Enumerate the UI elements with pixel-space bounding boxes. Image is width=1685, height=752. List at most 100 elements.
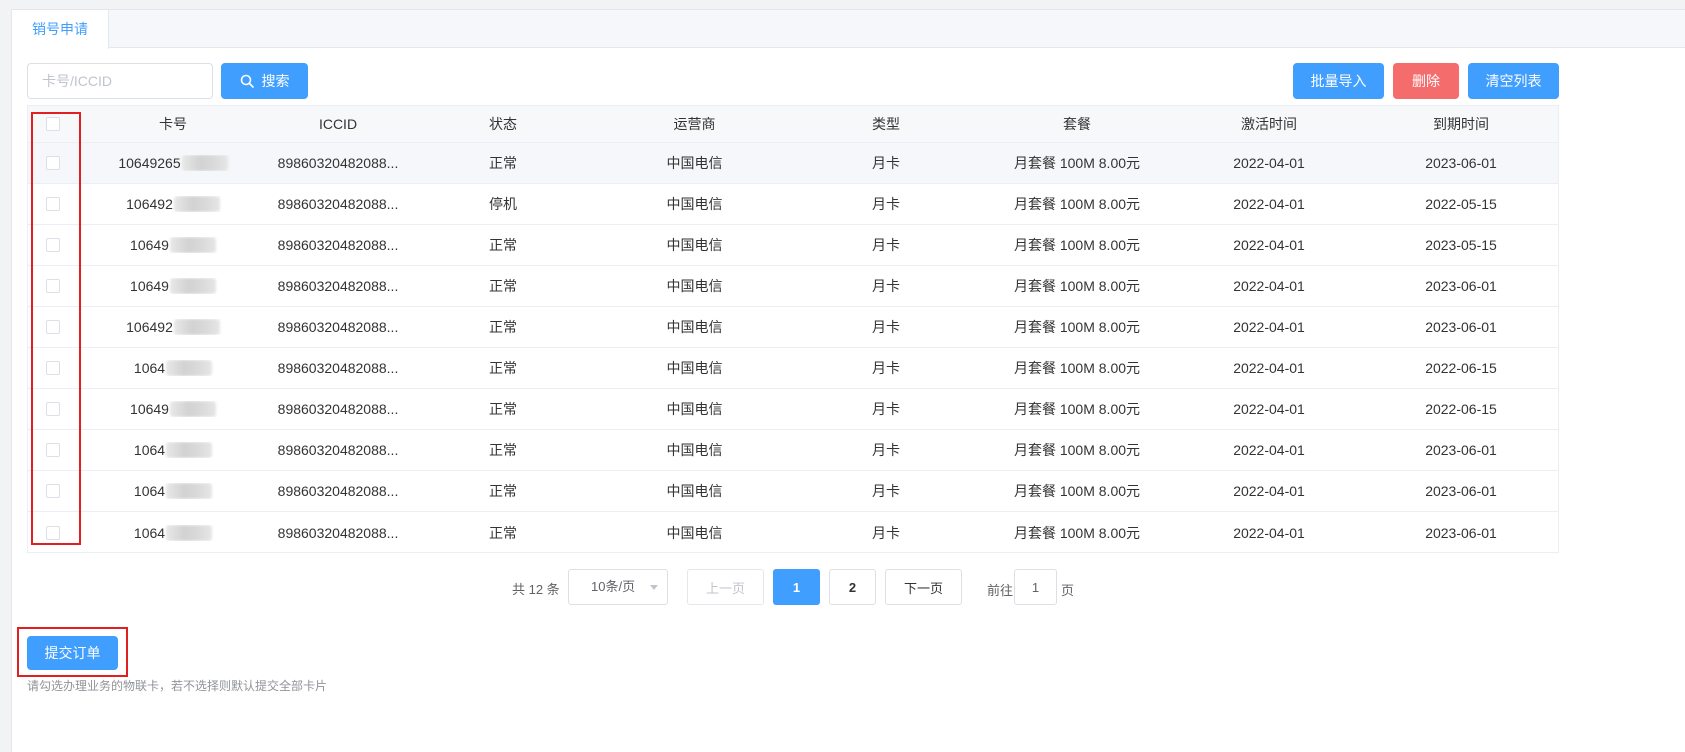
status-cell: 正常 (489, 319, 517, 335)
expires-cell: 2023-06-01 (1425, 319, 1497, 335)
iccid-cell: 89860320482088... (277, 524, 399, 541)
card-number: 10649 (130, 401, 169, 417)
activated-cell: 2022-04-01 (1233, 155, 1305, 171)
expires-cell: 2023-06-01 (1425, 483, 1497, 499)
row-checkbox-cell (28, 402, 78, 416)
header-card-number: 卡号 (159, 116, 187, 132)
submit-order-button[interactable]: 提交订单 (27, 636, 118, 670)
header-iccid: ICCID (318, 116, 358, 132)
search-button[interactable]: 搜索 (221, 63, 308, 99)
iccid-cell: 89860320482088... (277, 155, 399, 171)
select-all-checkbox[interactable] (46, 117, 60, 131)
redacted-blur (181, 155, 228, 171)
header-operator: 运营商 (673, 116, 716, 132)
type-cell: 月卡 (872, 319, 900, 335)
redacted-blur (173, 196, 220, 212)
card-number-cell: 10649 (78, 278, 268, 294)
row-checkbox[interactable] (46, 525, 60, 540)
goto-suffix: 页 (1061, 583, 1075, 598)
page-2-button[interactable]: 2 (829, 569, 876, 605)
row-checkbox-cell (28, 484, 78, 498)
status-cell: 停机 (489, 196, 517, 212)
type-cell: 月卡 (872, 196, 900, 212)
table-row[interactable]: 1064 89860320482088... 正常 中国电信 月卡 月套餐 100M 8.… (28, 471, 1558, 512)
redacted-blur (166, 524, 213, 541)
header-expires: 到期时间 (1433, 116, 1489, 132)
card-number: 10649 (130, 278, 169, 294)
batch-import-button[interactable]: 批量导入 (1293, 63, 1384, 99)
card-number: 106492 (126, 196, 173, 212)
type-cell: 月卡 (872, 401, 900, 417)
page-1-button[interactable]: 1 (773, 569, 820, 605)
card-number-cell: 1064 (78, 483, 268, 499)
search-input[interactable] (27, 63, 213, 99)
table-row[interactable]: 106492 89860320482088... 正常 中国电信 月卡 月套餐 100M … (28, 307, 1558, 348)
submit-hint: 请勾选办理业务的物联卡，若不选择则默认提交全部卡片 (27, 679, 328, 693)
iccid-cell: 89860320482088... (277, 360, 399, 376)
table-body: 10649265 89860320482088... 正常 中国电信 月卡 月套餐 100… (28, 143, 1558, 553)
row-checkbox[interactable] (46, 279, 60, 293)
tab-bar: 销号申请 (12, 10, 1685, 49)
row-checkbox[interactable] (46, 484, 60, 498)
package-cell: 月套餐 100M 8.00元 (1013, 442, 1141, 458)
table-row[interactable]: 1064 89860320482088... 正常 中国电信 月卡 月套餐 100M 8.… (28, 348, 1558, 389)
prev-page-button[interactable]: 上一页 (687, 569, 764, 605)
activated-cell: 2022-04-01 (1233, 237, 1305, 253)
table-row[interactable]: 1064 89860320482088... 正常 中国电信 月卡 月套餐 100M 8.… (28, 512, 1558, 553)
table-row[interactable]: 1064 89860320482088... 正常 中国电信 月卡 月套餐 100M 8.… (28, 430, 1558, 471)
redacted-blur (169, 237, 216, 253)
redacted-blur (169, 401, 216, 417)
row-checkbox-cell (28, 197, 78, 211)
redacted-blur (166, 360, 213, 376)
header-activated: 激活时间 (1241, 116, 1297, 132)
row-checkbox[interactable] (46, 443, 60, 457)
chevron-down-icon (650, 585, 658, 590)
main-panel: 销号申请 搜索 批量导入 删除 清空列表 卡号 ICCID 状态 运营商 类型 … (11, 9, 1685, 752)
row-checkbox[interactable] (46, 156, 60, 170)
status-cell: 正常 (489, 483, 517, 499)
activated-cell: 2022-04-01 (1233, 524, 1305, 541)
type-cell: 月卡 (872, 442, 900, 458)
expires-cell: 2023-05-15 (1425, 237, 1497, 253)
table-row[interactable]: 106492 89860320482088... 停机 中国电信 月卡 月套餐 100M … (28, 184, 1558, 225)
search-icon (240, 74, 254, 88)
table-row[interactable]: 10649 89860320482088... 正常 中国电信 月卡 月套餐 100M 8… (28, 225, 1558, 266)
card-number-cell: 106492 (78, 196, 268, 212)
row-checkbox[interactable] (46, 238, 60, 252)
redacted-blur (169, 278, 216, 294)
row-checkbox-cell (28, 238, 78, 252)
redacted-blur (166, 483, 213, 499)
package-cell: 月套餐 100M 8.00元 (1013, 237, 1141, 253)
type-cell: 月卡 (872, 483, 900, 499)
row-checkbox[interactable] (46, 361, 60, 375)
row-checkbox[interactable] (46, 320, 60, 334)
expires-cell: 2023-06-01 (1425, 524, 1497, 541)
package-cell: 月套餐 100M 8.00元 (1013, 483, 1141, 499)
operator-cell: 中国电信 (666, 278, 723, 294)
row-checkbox[interactable] (46, 197, 60, 211)
delete-button[interactable]: 删除 (1393, 63, 1459, 99)
table-row[interactable]: 10649265 89860320482088... 正常 中国电信 月卡 月套餐 100… (28, 143, 1558, 184)
page-size-select[interactable]: 10条/页 (568, 569, 668, 605)
page-size-value: 10条/页 (591, 579, 636, 594)
operator-cell: 中国电信 (666, 401, 723, 417)
header-checkbox-cell (28, 117, 78, 131)
package-cell: 月套餐 100M 8.00元 (1013, 196, 1141, 212)
table-row[interactable]: 10649 89860320482088... 正常 中国电信 月卡 月套餐 100M 8… (28, 389, 1558, 430)
package-cell: 月套餐 100M 8.00元 (1013, 524, 1141, 541)
goto-label: 前往 (987, 583, 1014, 598)
next-page-button[interactable]: 下一页 (885, 569, 962, 605)
goto-page-input[interactable] (1014, 569, 1057, 605)
table-row[interactable]: 10649 89860320482088... 正常 中国电信 月卡 月套餐 100M 8… (28, 266, 1558, 307)
iccid-cell: 89860320482088... (277, 319, 399, 335)
card-number: 1064 (133, 483, 166, 499)
header-status: 状态 (489, 116, 517, 132)
clear-list-button[interactable]: 清空列表 (1468, 63, 1559, 99)
iccid-cell: 89860320482088... (277, 278, 399, 294)
row-checkbox[interactable] (46, 402, 60, 416)
card-number: 106492 (126, 319, 173, 335)
card-number: 10649 (130, 237, 169, 253)
header-package: 套餐 (1063, 116, 1091, 132)
tab-cancel-number[interactable]: 销号申请 (12, 10, 109, 49)
expires-cell: 2023-06-01 (1425, 442, 1497, 458)
